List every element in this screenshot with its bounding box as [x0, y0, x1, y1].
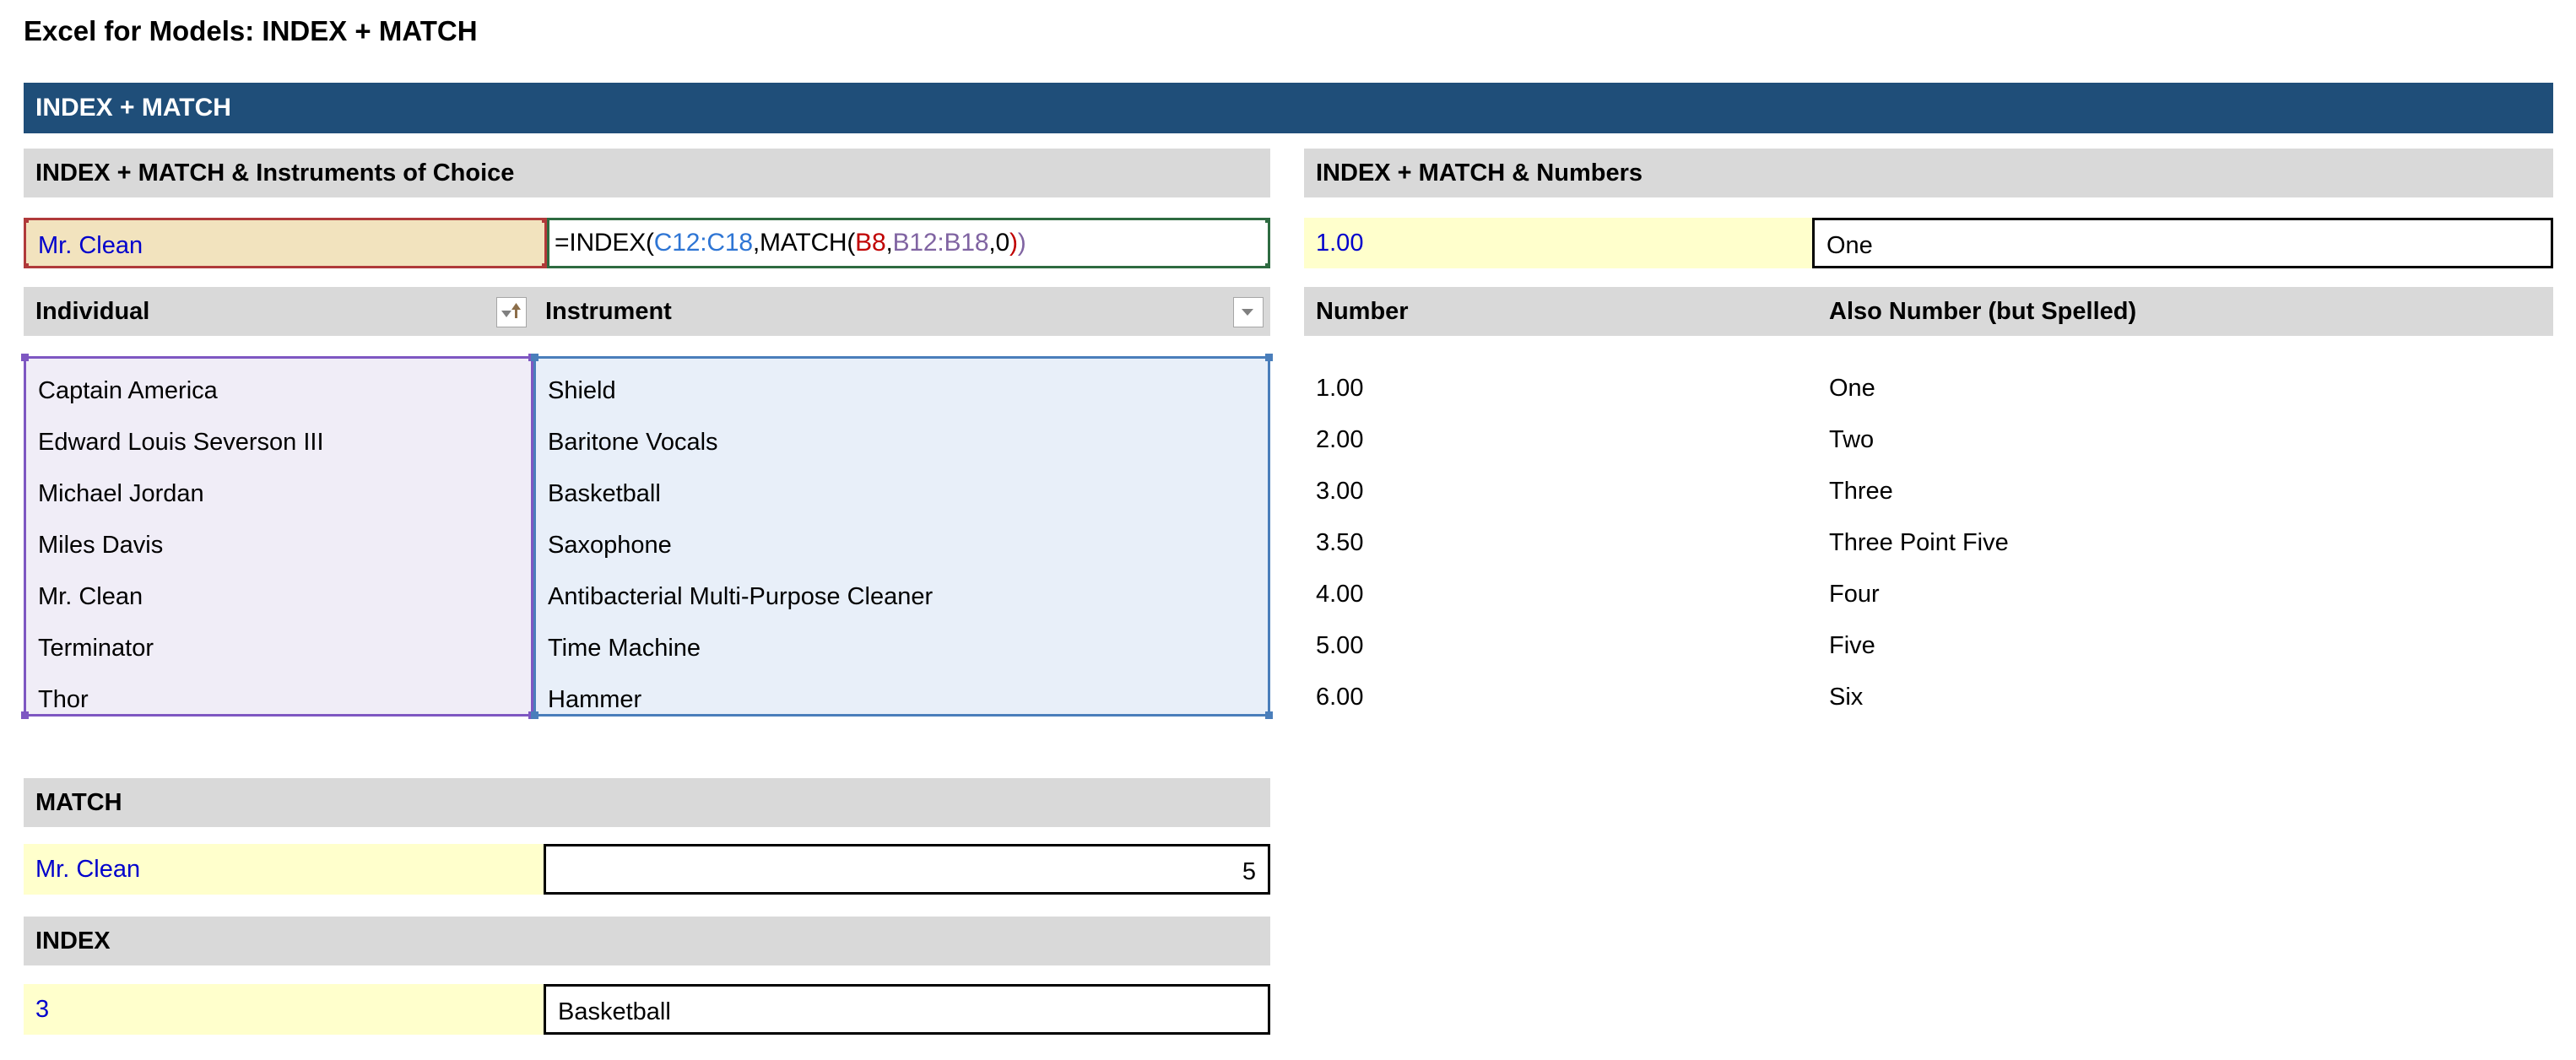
- individual-cell-value: Michael Jordan: [38, 480, 204, 507]
- left-section-header-label: INDEX + MATCH & Instruments of Choice: [35, 160, 515, 187]
- spelled-cell-value: Six: [1829, 684, 1864, 711]
- spelled-cell-value: Four: [1829, 581, 1880, 608]
- right-section-header-label: INDEX + MATCH & Numbers: [1316, 160, 1642, 187]
- index-section-header: INDEX: [24, 917, 1270, 965]
- instrument-cell-value: Time Machine: [548, 635, 701, 662]
- index-section-header-label: INDEX: [35, 928, 111, 955]
- right-section-header: INDEX + MATCH & Numbers: [1304, 149, 2553, 197]
- page-title: Excel for Models: INDEX + MATCH: [24, 15, 478, 46]
- number-lookup-input-cell[interactable]: 1.00: [1304, 218, 1812, 268]
- spelled-cell-value: Two: [1829, 426, 1875, 453]
- right-table-header-number: Number: [1316, 298, 1409, 325]
- trace-handle-icon: [21, 711, 29, 719]
- match-result-cell[interactable]: 5: [544, 844, 1270, 895]
- individual-cell-value: Miles Davis: [38, 532, 164, 559]
- left-section-header: INDEX + MATCH & Instruments of Choice: [24, 149, 1270, 197]
- formula-token-0: =INDEX(: [555, 229, 654, 257]
- match-input-cell[interactable]: Mr. Clean: [24, 844, 544, 895]
- individual-range[interactable]: Captain America Edward Louis Severson III…: [21, 354, 536, 719]
- number-lookup-input-value: 1.00: [1316, 230, 1364, 257]
- number-cell-value: 2.00: [1316, 426, 1364, 453]
- formula-token-7: ): [1009, 229, 1018, 257]
- index-result-value: Basketball: [558, 998, 671, 1025]
- instrument-cell-value: Basketball: [548, 480, 661, 507]
- right-table-header: Number Also Number (but Spelled): [1304, 287, 2553, 336]
- table-header-instrument: Instrument: [533, 287, 1270, 336]
- formula-token-4: ,: [885, 229, 893, 257]
- table-header-individual: Individual: [24, 287, 533, 336]
- instrument-cell-value: Saxophone: [548, 532, 672, 559]
- trace-handle-icon: [1265, 263, 1268, 266]
- trace-handle-icon: [531, 711, 538, 719]
- individual-cell-value: Thor: [38, 686, 89, 713]
- index-input-value: 3: [35, 996, 50, 1023]
- spelled-cell-value: Three Point Five: [1829, 529, 2009, 556]
- individual-cell-value: Mr. Clean: [38, 583, 143, 610]
- spelled-cell-value: One: [1829, 375, 1875, 402]
- instrument-cell-value: Shield: [548, 377, 616, 404]
- trace-handle-icon: [531, 354, 538, 361]
- trace-handle-icon: [1265, 220, 1268, 223]
- individual-cell-value: Edward Louis Severson III: [38, 429, 324, 456]
- instrument-cell-value: Hammer: [548, 686, 642, 713]
- formula-token-3: B8: [855, 229, 886, 257]
- match-section-header: MATCH: [24, 778, 1270, 827]
- number-cell-value: 1.00: [1316, 375, 1364, 402]
- number-cell-value: 5.00: [1316, 632, 1364, 659]
- formula-token-5: B12:B18: [892, 229, 989, 257]
- formula-token-6: ,0: [988, 229, 1009, 257]
- formula-text: =INDEX(C12:C18,MATCH(B8,B12:B18,0)): [555, 220, 1026, 266]
- instrument-cell-value: Baritone Vocals: [548, 429, 718, 456]
- section-banner: INDEX + MATCH: [24, 83, 2553, 133]
- match-section-header-label: MATCH: [35, 789, 122, 816]
- right-table-body: 1.00 One 2.00 Two 3.00 Three 3.50 Three Point F…: [1304, 356, 2553, 717]
- match-result-value: 5: [1242, 858, 1256, 885]
- formula-token-8: ): [1017, 229, 1026, 257]
- number-lookup-result-cell[interactable]: One: [1812, 218, 2553, 268]
- lookup-input-value: Mr. Clean: [38, 232, 143, 259]
- spelled-cell-value: Three: [1829, 478, 1893, 505]
- trace-handle-icon: [1265, 711, 1273, 719]
- instrument-cell-value: Antibacterial Multi-Purpose Cleaner: [548, 583, 934, 610]
- spelled-cell-value: Five: [1829, 632, 1875, 659]
- trace-handle-icon: [26, 263, 29, 266]
- individual-cell-value: Terminator: [38, 635, 154, 662]
- table-header-instrument-label: Instrument: [545, 298, 672, 325]
- match-input-value: Mr. Clean: [35, 856, 141, 883]
- index-result-cell[interactable]: Basketball: [544, 984, 1270, 1035]
- number-cell-value: 3.00: [1316, 478, 1364, 505]
- right-table-header-spelled: Also Number (but Spelled): [1829, 298, 2137, 325]
- lookup-input-cell[interactable]: Mr. Clean: [24, 218, 547, 268]
- index-input-cell[interactable]: 3: [24, 984, 544, 1035]
- individual-cell-value: Captain America: [38, 377, 218, 404]
- banner-label: INDEX + MATCH: [35, 94, 231, 122]
- number-lookup-result-value: One: [1826, 232, 1873, 259]
- sort-ascending-filter-icon[interactable]: [496, 297, 527, 327]
- number-cell-value: 4.00: [1316, 581, 1364, 608]
- trace-handle-icon: [21, 354, 29, 361]
- trace-handle-icon: [26, 220, 29, 223]
- table-header-individual-label: Individual: [35, 298, 150, 325]
- formula-display-cell[interactable]: =INDEX(C12:C18,MATCH(B8,B12:B18,0)): [547, 218, 1270, 268]
- formula-token-1: C12:C18: [653, 229, 753, 257]
- formula-token-2: ,MATCH(: [752, 229, 856, 257]
- instrument-range[interactable]: Shield Baritone Vocals Basketball Saxophone…: [531, 354, 1273, 719]
- number-cell-value: 3.50: [1316, 529, 1364, 556]
- number-cell-value: 6.00: [1316, 684, 1364, 711]
- trace-handle-icon: [1265, 354, 1273, 361]
- filter-dropdown-icon[interactable]: [1233, 297, 1264, 327]
